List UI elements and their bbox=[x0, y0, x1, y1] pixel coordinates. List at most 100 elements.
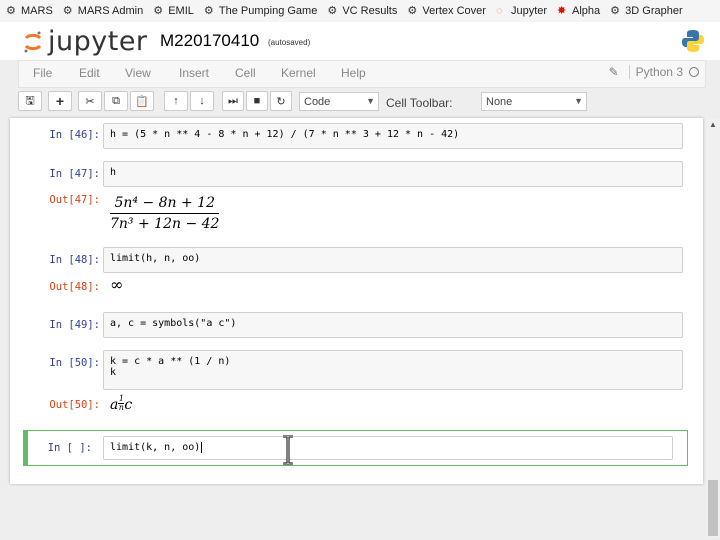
output-prompt: Out[47]: bbox=[49, 194, 100, 206]
save-button[interactable]: 🖫 bbox=[18, 91, 42, 111]
bookmark-label: EMIL bbox=[168, 5, 194, 17]
mars-icon: ⚙ bbox=[327, 5, 338, 17]
bookmark-label: MARS Admin bbox=[77, 5, 144, 17]
menu-bar: File Edit View Insert Cell Kernel Help ✎… bbox=[18, 60, 706, 88]
input-prompt: In [ ]: bbox=[47, 442, 92, 454]
cell-type-value: Code bbox=[304, 95, 331, 108]
bookmark-label: VC Results bbox=[342, 5, 398, 17]
bookmark-item[interactable]: ⚙ VC Results bbox=[327, 5, 397, 17]
move-down-button[interactable]: ↓ bbox=[190, 91, 214, 111]
save-icon: 🖫 bbox=[25, 94, 35, 107]
bookmark-item[interactable]: ⚙ MARS bbox=[6, 5, 53, 17]
plus-icon: + bbox=[55, 93, 65, 109]
code-cell-input-active[interactable]: limit(k, n, oo) bbox=[103, 436, 673, 460]
menu-file[interactable]: File bbox=[33, 66, 52, 80]
cell-type-select[interactable]: Code ▼ bbox=[299, 92, 379, 111]
kernel-indicator: ✎ Python 3 bbox=[609, 65, 699, 79]
power-base: a bbox=[110, 397, 119, 413]
cell-toolbar-select[interactable]: None ▼ bbox=[481, 92, 587, 111]
fraction: 5n⁴ − 8n + 12 7n³ + 12n − 42 bbox=[110, 195, 220, 232]
jupyter-logo-icon bbox=[24, 31, 42, 52]
menu-cell[interactable]: Cell bbox=[235, 66, 256, 80]
bookmark-label: Vertex Cover bbox=[422, 5, 486, 17]
bookmark-label: MARS bbox=[21, 5, 53, 17]
menu-view[interactable]: View bbox=[125, 66, 151, 80]
paste-icon: 📋 bbox=[135, 95, 149, 108]
code-text: limit(k, n, oo) bbox=[110, 442, 201, 453]
bookmark-item[interactable]: ⚙ Vertex Cover bbox=[407, 5, 486, 17]
input-prompt: In [48]: bbox=[49, 254, 100, 266]
kernel-status-icon bbox=[689, 67, 699, 77]
mars-icon: ⚙ bbox=[6, 5, 16, 17]
code-cell-input[interactable]: h bbox=[103, 161, 683, 187]
bookmarks-bar: ⚙ MARS ⚙ MARS Admin ⚙ EMIL ⚙ The Pumping Game ⚙ V… bbox=[0, 0, 720, 23]
code-cell-input[interactable]: h = (5 * n ** 4 - 8 * n + 12) / (7 * n *… bbox=[103, 123, 683, 149]
menu-kernel[interactable]: Kernel bbox=[281, 66, 316, 80]
bookmark-item[interactable]: ✸ Alpha bbox=[557, 5, 600, 17]
bookmark-label: Jupyter bbox=[510, 5, 548, 17]
mars-icon: ⚙ bbox=[203, 5, 214, 17]
menu-edit[interactable]: Edit bbox=[79, 66, 100, 80]
bookmark-item[interactable]: ⚙ MARS Admin bbox=[63, 5, 143, 17]
code-cell-input[interactable]: k = c * a ** (1 / n) k bbox=[103, 350, 683, 390]
menu-insert[interactable]: Insert bbox=[179, 66, 209, 80]
notebook-name[interactable]: M220170410 bbox=[160, 31, 259, 51]
cell-toolbar-value: None bbox=[486, 95, 513, 108]
bookmark-label: Alpha bbox=[572, 5, 601, 17]
arrow-down-icon: ↓ bbox=[199, 95, 205, 107]
mars-icon: ⚙ bbox=[62, 5, 73, 17]
paste-button[interactable]: 📋 bbox=[130, 91, 154, 111]
step-forward-icon: ⏭ bbox=[228, 94, 238, 107]
stop-icon: ■ bbox=[253, 95, 261, 107]
mars-icon: ⚙ bbox=[610, 5, 621, 17]
input-prompt: In [49]: bbox=[49, 319, 100, 331]
insert-cell-button[interactable]: + bbox=[48, 91, 72, 111]
copy-button[interactable]: ⧉ bbox=[104, 91, 128, 111]
bookmark-item[interactable]: ⚙ 3D Grapher bbox=[610, 5, 682, 17]
output-prompt: Out[48]: bbox=[49, 281, 100, 293]
bookmark-label: 3D Grapher bbox=[625, 5, 683, 17]
scissors-icon: ✂ bbox=[85, 95, 95, 108]
menu-help[interactable]: Help bbox=[341, 66, 366, 80]
copy-icon: ⧉ bbox=[112, 94, 120, 107]
bookmark-item[interactable]: ◌ Jupyter bbox=[496, 5, 547, 17]
math-output: 5n⁴ − 8n + 12 7n³ + 12n − 42 bbox=[110, 192, 220, 232]
scrollbar[interactable]: ▲ bbox=[706, 118, 720, 538]
wolfram-icon: ✸ bbox=[557, 5, 567, 17]
output-prompt: Out[50]: bbox=[49, 399, 100, 411]
interrupt-button[interactable]: ■ bbox=[246, 91, 268, 111]
power-tail: c bbox=[124, 397, 133, 413]
cell-toolbar-label: Cell Toolbar: bbox=[386, 96, 453, 110]
notebook-container[interactable]: In [46]: h = (5 * n ** 4 - 8 * n + 12) /… bbox=[10, 118, 703, 484]
input-prompt: In [50]: bbox=[49, 357, 100, 369]
bookmark-item[interactable]: ⚙ The Pumping Game bbox=[204, 5, 317, 17]
chevron-down-icon: ▼ bbox=[574, 96, 583, 106]
python-logo-icon bbox=[682, 30, 704, 52]
move-up-button[interactable]: ↑ bbox=[164, 91, 188, 111]
fraction-denominator: 7n³ + 12n − 42 bbox=[110, 216, 220, 232]
input-prompt: In [46]: bbox=[49, 129, 100, 141]
pencil-icon[interactable]: ✎ bbox=[609, 65, 619, 79]
jupyter-logo[interactable]: jupyter bbox=[22, 26, 148, 57]
code-cell-input[interactable]: limit(h, n, oo) bbox=[103, 247, 683, 273]
toolbar: 🖫 + ✂ ⧉ 📋 ↑ ↓ ⏭ ■ ↻ Code ▼ Cell Toolbar:… bbox=[18, 89, 704, 115]
infinity-output: ∞ bbox=[110, 275, 124, 294]
math-output: a1nc bbox=[110, 395, 133, 414]
code-cell-input[interactable]: a, c = symbols("a c") bbox=[103, 312, 683, 338]
autosave-status: (autosaved) bbox=[268, 38, 311, 47]
code-text: a, c = symbols("a c") bbox=[110, 318, 237, 329]
restart-button[interactable]: ↻ bbox=[270, 91, 292, 111]
code-text: h = (5 * n ** 4 - 8 * n + 12) / (7 * n *… bbox=[110, 129, 460, 140]
bookmark-item[interactable]: ⚙ EMIL bbox=[153, 5, 194, 17]
text-caret bbox=[201, 442, 203, 453]
ibeam-cursor-icon bbox=[283, 435, 293, 465]
fraction-bar bbox=[110, 213, 220, 214]
scrollbar-thumb[interactable] bbox=[708, 480, 718, 536]
mars-icon: ⚙ bbox=[153, 5, 164, 17]
fraction-numerator: 5n⁴ − 8n + 12 bbox=[114, 195, 215, 211]
scroll-up-icon[interactable]: ▲ bbox=[709, 120, 717, 129]
jupyter-wordmark: jupyter bbox=[48, 26, 148, 57]
run-button[interactable]: ⏭ bbox=[222, 91, 244, 111]
kernel-name: Python 3 bbox=[628, 65, 683, 79]
cut-button[interactable]: ✂ bbox=[78, 91, 102, 111]
